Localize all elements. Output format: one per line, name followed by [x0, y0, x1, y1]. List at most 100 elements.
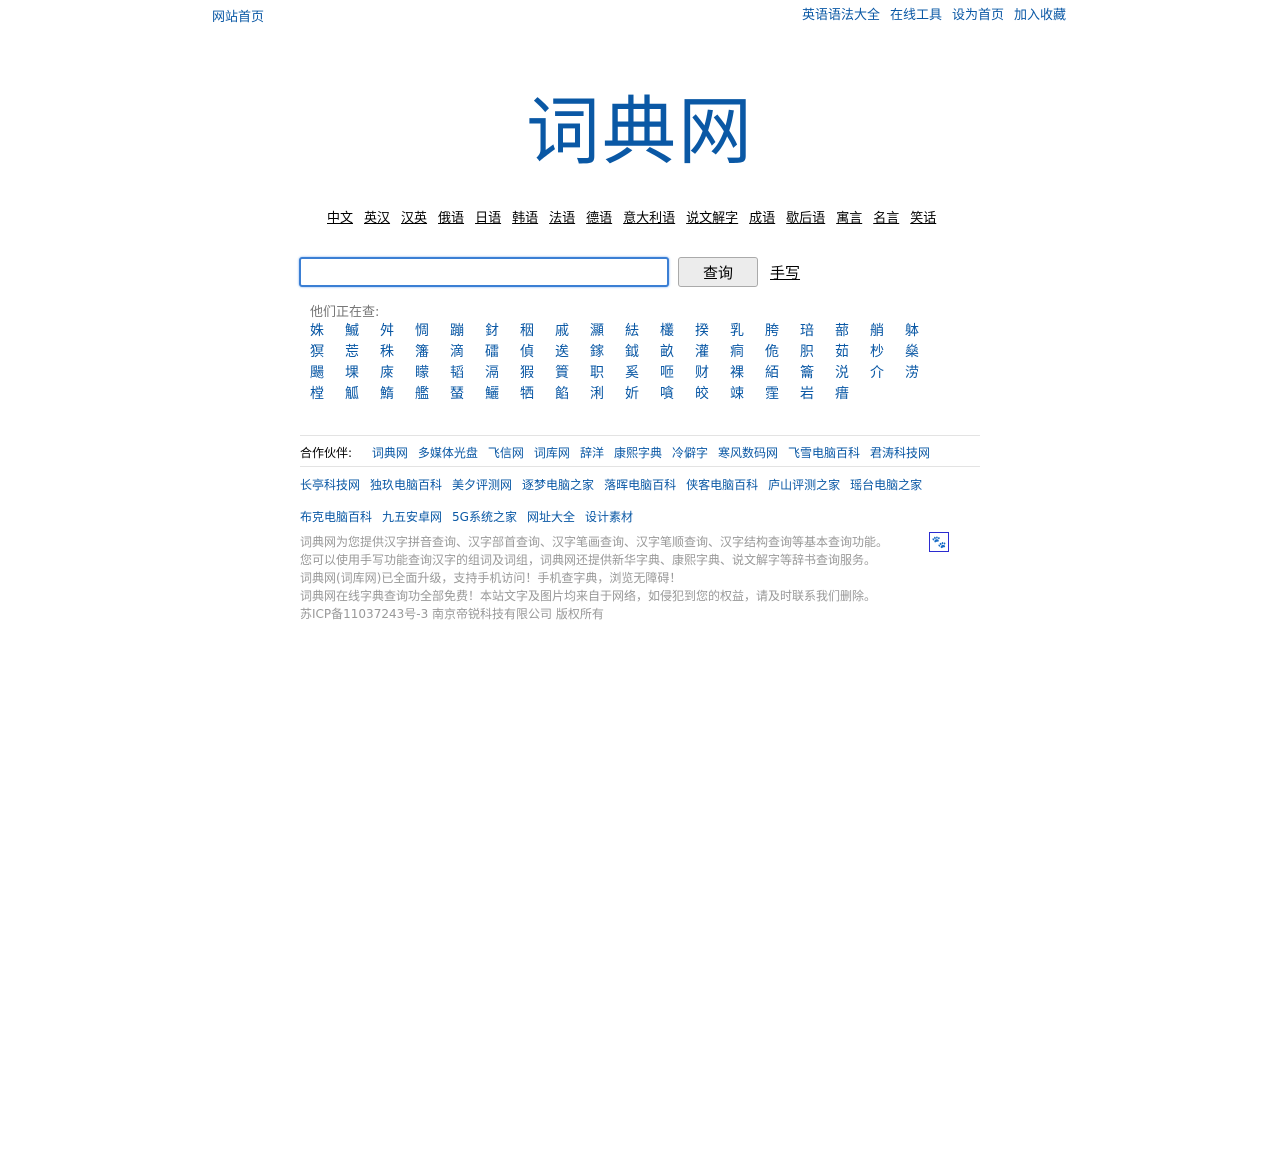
recent-char-link[interactable]: 燊: [905, 342, 940, 363]
recent-char-link[interactable]: 胯: [765, 321, 800, 342]
recent-char-link[interactable]: 霔: [765, 384, 800, 405]
recent-char-link[interactable]: 涚: [835, 363, 870, 384]
partner-link[interactable]: 庐山评测之家: [768, 478, 840, 492]
recent-char-link[interactable]: 惆: [415, 321, 450, 342]
recent-char-link[interactable]: 韬: [450, 363, 485, 384]
recent-char-link[interactable]: 茹: [835, 342, 870, 363]
recent-char-link[interactable]: 姝: [310, 321, 345, 342]
recent-char-link[interactable]: 釮: [485, 321, 520, 342]
recent-char-link[interactable]: 蹦: [450, 321, 485, 342]
add-favorite-link[interactable]: 加入收藏: [1014, 4, 1066, 23]
partner-link[interactable]: 冷僻字: [672, 446, 708, 460]
recent-char-link[interactable]: 偵: [520, 342, 555, 363]
recent-char-link[interactable]: 瘄: [835, 384, 870, 405]
recent-char-link[interactable]: 乳: [730, 321, 765, 342]
lang-link[interactable]: 说文解字: [686, 208, 738, 229]
recent-char-link[interactable]: 蝅: [450, 384, 485, 405]
handwrite-link[interactable]: 手写: [770, 262, 800, 283]
recent-char-link[interactable]: 矇: [415, 363, 450, 384]
recent-char-link[interactable]: 职: [590, 363, 625, 384]
partner-link[interactable]: 布克电脑百科: [300, 510, 372, 524]
recent-char-link[interactable]: 奚: [625, 363, 660, 384]
lang-link[interactable]: 日语: [475, 208, 501, 229]
lang-link[interactable]: 法语: [549, 208, 575, 229]
recent-char-link[interactable]: 财: [695, 363, 730, 384]
recent-char-link[interactable]: 絔: [765, 363, 800, 384]
recent-char-link[interactable]: 餡: [555, 384, 590, 405]
partner-link[interactable]: 飞雪电脑百科: [788, 446, 860, 460]
recent-char-link[interactable]: 紶: [625, 321, 660, 342]
recent-char-link[interactable]: 皎: [695, 384, 730, 405]
partner-link[interactable]: 九五安卓网: [382, 510, 442, 524]
lang-link[interactable]: 英汉: [364, 208, 390, 229]
recent-char-link[interactable]: 鰖: [380, 384, 415, 405]
set-homepage-link[interactable]: 设为首页: [952, 4, 1004, 23]
recent-char-link[interactable]: 堁: [345, 363, 380, 384]
partner-link[interactable]: 侠客电脑百科: [686, 478, 758, 492]
partner-link[interactable]: 寒风数码网: [718, 446, 778, 460]
recent-char-link[interactable]: 欉: [660, 321, 695, 342]
lang-link[interactable]: 德语: [586, 208, 612, 229]
recent-char-link[interactable]: 裸: [730, 363, 765, 384]
partner-link[interactable]: 词库网: [534, 446, 570, 460]
partner-link[interactable]: 瑶台电脑之家: [850, 478, 922, 492]
recent-char-link[interactable]: 琣: [800, 321, 835, 342]
recent-char-link[interactable]: 介: [870, 363, 905, 384]
lang-link[interactable]: 歇后语: [786, 208, 825, 229]
partner-link[interactable]: 美夕评测网: [452, 478, 512, 492]
recent-char-link[interactable]: 庲: [380, 363, 415, 384]
recent-char-link[interactable]: 揆: [695, 321, 730, 342]
recent-char-link[interactable]: 胑: [800, 342, 835, 363]
recent-char-link[interactable]: 咂: [660, 363, 695, 384]
partner-link[interactable]: 君涛科技网: [870, 446, 930, 460]
recent-char-link[interactable]: 艦: [415, 384, 450, 405]
partner-link[interactable]: 康熙字典: [614, 446, 662, 460]
recent-char-link[interactable]: 嗿: [660, 384, 695, 405]
partner-link[interactable]: 飞信网: [488, 446, 524, 460]
recent-char-link[interactable]: 痌: [730, 342, 765, 363]
recent-char-link[interactable]: 佹: [765, 342, 800, 363]
partner-link[interactable]: 落晖电脑百科: [604, 478, 676, 492]
recent-char-link[interactable]: 竦: [730, 384, 765, 405]
recent-char-link[interactable]: 畝: [660, 342, 695, 363]
recent-char-link[interactable]: 蔀: [835, 321, 870, 342]
recent-char-link[interactable]: 戚: [555, 321, 590, 342]
recent-char-link[interactable]: 杪: [870, 342, 905, 363]
recent-char-link[interactable]: 樘: [310, 384, 345, 405]
lang-link[interactable]: 意大利语: [623, 208, 675, 229]
recent-char-link[interactable]: 籥: [800, 363, 835, 384]
recent-char-link[interactable]: 籓: [415, 342, 450, 363]
partner-link[interactable]: 词典网: [372, 446, 408, 460]
recent-char-link[interactable]: 鰄: [345, 321, 380, 342]
partner-link[interactable]: 设计素材: [585, 510, 633, 524]
search-input[interactable]: [299, 257, 669, 287]
lang-link[interactable]: 成语: [749, 208, 775, 229]
partner-link[interactable]: 辞洋: [580, 446, 604, 460]
recent-char-link[interactable]: 猽: [310, 342, 345, 363]
recent-char-link[interactable]: 灦: [590, 321, 625, 342]
lang-link[interactable]: 笑话: [910, 208, 936, 229]
recent-char-link[interactable]: 觚: [345, 384, 380, 405]
lang-link[interactable]: 名言: [873, 208, 899, 229]
english-grammar-link[interactable]: 英语语法大全: [802, 4, 880, 23]
partner-link[interactable]: 5G系统之家: [452, 510, 517, 524]
online-tools-link[interactable]: 在线工具: [890, 4, 942, 23]
recent-char-link[interactable]: 逘: [555, 342, 590, 363]
recent-char-link[interactable]: 颺: [310, 363, 345, 384]
lang-link[interactable]: 俄语: [438, 208, 464, 229]
recent-char-link[interactable]: 鉞: [625, 342, 660, 363]
recent-char-link[interactable]: 艄: [870, 321, 905, 342]
recent-char-link[interactable]: 莣: [345, 342, 380, 363]
recent-char-link[interactable]: 篢: [555, 363, 590, 384]
recent-char-link[interactable]: 滆: [485, 363, 520, 384]
partner-link[interactable]: 多媒体光盘: [418, 446, 478, 460]
search-button[interactable]: 查询: [678, 257, 758, 287]
paw-icon[interactable]: 🐾: [929, 532, 949, 552]
partner-link[interactable]: 独玖电脑百科: [370, 478, 442, 492]
recent-char-link[interactable]: 礌: [485, 342, 520, 363]
recent-char-link[interactable]: 岩: [800, 384, 835, 405]
recent-char-link[interactable]: 浰: [590, 384, 625, 405]
recent-char-link[interactable]: 鱺: [485, 384, 520, 405]
recent-char-link[interactable]: 猳: [520, 363, 555, 384]
partner-link[interactable]: 网址大全: [527, 510, 575, 524]
